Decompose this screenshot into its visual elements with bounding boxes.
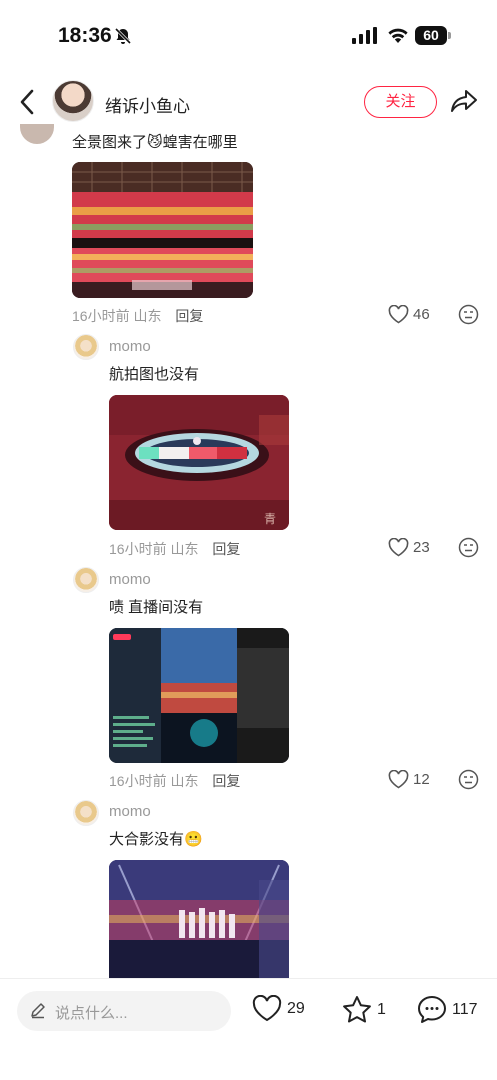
heart-icon bbox=[388, 770, 409, 789]
dislike-face-icon[interactable] bbox=[458, 769, 479, 790]
comment-input[interactable]: 说点什么... bbox=[17, 991, 231, 1031]
svg-text:青: 青 bbox=[264, 512, 276, 526]
reply-location: 山东 bbox=[170, 541, 199, 557]
chat-bubble-icon bbox=[418, 996, 446, 1023]
comment-photo-stadium-panorama[interactable] bbox=[72, 162, 253, 298]
post-like-count: 29 bbox=[287, 999, 305, 1017]
comment-input-placeholder: 说点什么... bbox=[55, 1005, 128, 1022]
reply-time: 16小时前 bbox=[109, 541, 167, 557]
reply-text: 大合影没有😬 bbox=[109, 831, 203, 848]
like-count: 46 bbox=[413, 306, 430, 323]
top-nav-bar: 绪诉小鱼心 关注 bbox=[0, 72, 497, 132]
like-count: 12 bbox=[413, 771, 430, 788]
star-icon bbox=[343, 996, 371, 1023]
comment-location: 山东 bbox=[133, 308, 162, 324]
comment-time: 16小时前 bbox=[72, 308, 130, 324]
post-comment-count: 117 bbox=[452, 1000, 478, 1018]
dislike-face-icon[interactable] bbox=[458, 304, 479, 325]
bottom-action-bar: 说点什么... 29 1 117 bbox=[0, 978, 497, 1080]
reply-button[interactable]: 回复 bbox=[212, 541, 240, 557]
reply-avatar[interactable] bbox=[73, 567, 99, 593]
post-star-button[interactable]: 1 bbox=[342, 995, 386, 1024]
reply-avatar[interactable] bbox=[73, 800, 99, 826]
like-button[interactable]: 23 bbox=[388, 538, 430, 557]
author-name[interactable]: 绪诉小鱼心 bbox=[105, 92, 190, 117]
pencil-icon bbox=[31, 1003, 45, 1019]
follow-button[interactable]: 关注 bbox=[364, 86, 437, 118]
bell-muted-icon bbox=[114, 27, 132, 45]
reply-photo-aerial-view[interactable]: 青 bbox=[109, 395, 289, 530]
share-icon[interactable] bbox=[450, 88, 478, 114]
reply-text: 啧 直播间没有 bbox=[109, 599, 204, 616]
post-like-button[interactable]: 29 bbox=[252, 995, 305, 1022]
dislike-face-icon[interactable] bbox=[458, 537, 479, 558]
heart-icon bbox=[388, 305, 409, 324]
commenter-avatar[interactable] bbox=[20, 124, 54, 144]
post-star-count: 1 bbox=[377, 1000, 386, 1018]
status-bar: 18:36 60 bbox=[0, 0, 497, 70]
reply-text: 航拍图也没有 bbox=[109, 366, 200, 383]
like-count: 23 bbox=[413, 539, 430, 556]
wifi-icon bbox=[388, 28, 408, 43]
battery-level: 60 bbox=[415, 26, 447, 45]
reply-time: 16小时前 bbox=[109, 773, 167, 789]
reply-author[interactable]: momo bbox=[109, 338, 151, 355]
reply-meta: 16小时前 山东 回复 bbox=[109, 771, 240, 791]
post-comment-button[interactable]: 117 bbox=[417, 995, 478, 1024]
reply-photo-group-photo[interactable] bbox=[109, 860, 289, 978]
reply-button[interactable]: 回复 bbox=[212, 773, 240, 789]
battery-indicator: 60 bbox=[415, 26, 452, 45]
author-avatar[interactable] bbox=[52, 80, 94, 122]
comment-text: 全景图来了😼蝗害在哪里 bbox=[72, 134, 238, 151]
heart-icon bbox=[252, 995, 282, 1022]
like-button[interactable]: 46 bbox=[388, 305, 430, 324]
reply-author[interactable]: momo bbox=[109, 571, 151, 588]
like-button[interactable]: 12 bbox=[388, 770, 430, 789]
comment-meta: 16小时前 山东 回复 bbox=[72, 306, 203, 326]
reply-author[interactable]: momo bbox=[109, 803, 151, 820]
status-time: 18:36 bbox=[58, 24, 112, 47]
signal-icon bbox=[352, 27, 377, 44]
reply-meta: 16小时前 山东 回复 bbox=[109, 539, 240, 559]
heart-icon bbox=[388, 538, 409, 557]
reply-avatar[interactable] bbox=[73, 334, 99, 360]
reply-location: 山东 bbox=[170, 773, 199, 789]
back-chevron-icon[interactable] bbox=[18, 88, 38, 116]
reply-button[interactable]: 回复 bbox=[175, 308, 203, 324]
reply-photo-livestream-screenshot[interactable] bbox=[109, 628, 289, 763]
